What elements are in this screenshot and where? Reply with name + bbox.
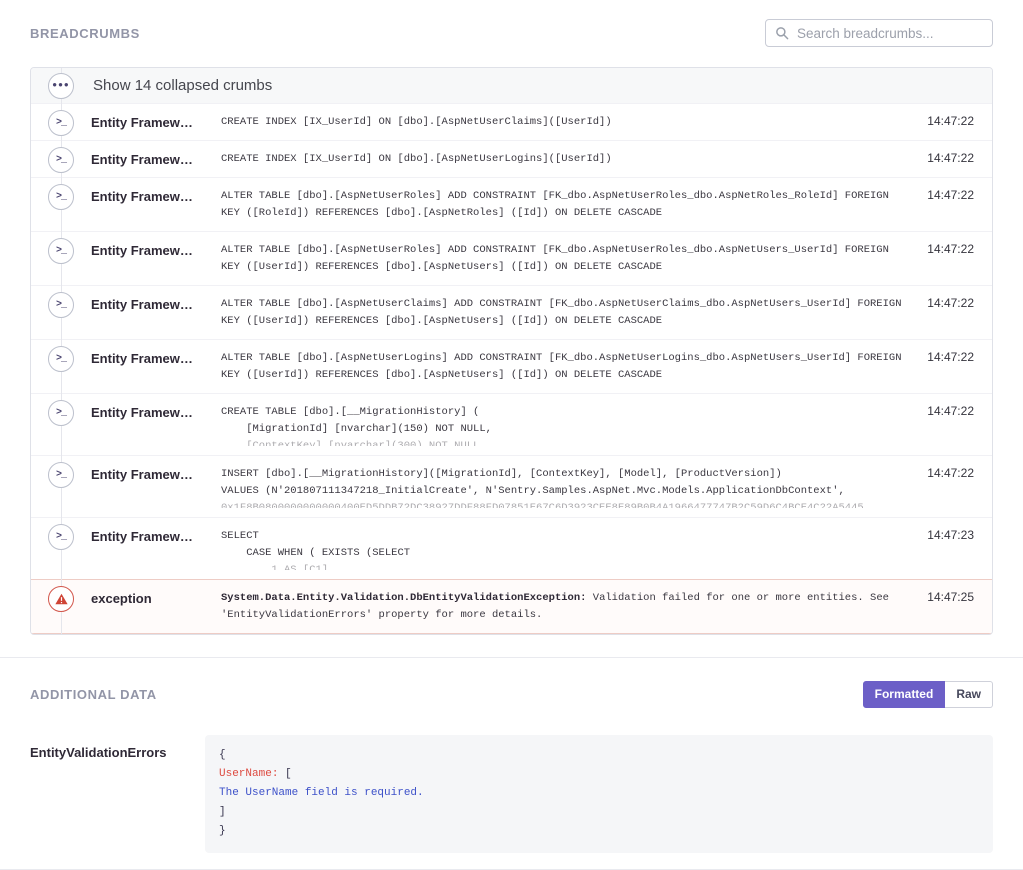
crumb-timestamp: 14:47:22 [916,104,992,140]
crumb-category: Entity Framew… [91,340,221,393]
crumb-category: Entity Framew… [91,286,221,339]
crumb-message: ALTER TABLE [dbo].[AspNetUserLogins] ADD… [221,340,916,393]
crumb-category: Entity Framew… [91,232,221,285]
breadcrumbs-panel: ●●● Show 14 collapsed crumbs >_ Entity Fr… [30,67,993,635]
crumb-message: CREATE INDEX [IX_UserId] ON [dbo].[AspNe… [221,141,916,177]
terminal-icon: >_ [48,400,74,426]
additional-data-title: ADDITIONAL DATA [30,687,157,702]
crumb-category: Entity Framew… [91,104,221,140]
additional-data-header: ADDITIONAL DATA Formatted Raw [0,658,1023,735]
terminal-icon: >_ [48,292,74,318]
breadcrumb-row: >_ Entity Framew…ALTER TABLE [dbo].[AspNe… [31,339,992,393]
breadcrumb-row: >_ Entity Framew…ALTER TABLE [dbo].[AspNe… [31,231,992,285]
breadcrumb-row: >_ Entity Framew…SELECT CASE WHEN ( EXIST… [31,517,992,579]
crumb-timestamp: 14:47:22 [916,178,992,231]
crumb-category: Entity Framew… [91,456,221,517]
collapsed-crumbs-label: Show 14 collapsed crumbs [91,77,272,94]
terminal-icon: >_ [48,462,74,488]
show-collapsed-crumbs-button[interactable]: ●●● Show 14 collapsed crumbs [31,68,992,103]
terminal-icon: >_ [48,346,74,372]
terminal-icon: >_ [48,184,74,210]
crumb-category: Entity Framew… [91,141,221,177]
crumb-timestamp: 14:47:22 [916,394,992,455]
breadcrumb-row: >_ Entity Framew…ALTER TABLE [dbo].[AspNe… [31,285,992,339]
crumb-timestamp: 14:47:22 [916,286,992,339]
terminal-icon: >_ [48,147,74,173]
crumb-message: INSERT [dbo].[__MigrationHistory]([Migra… [221,456,916,517]
warning-icon [48,586,74,612]
crumb-timestamp: 14:47:22 [916,232,992,285]
crumb-category: exception [91,580,221,633]
crumb-timestamp: 14:47:22 [916,456,992,517]
crumb-message: ALTER TABLE [dbo].[AspNetUserClaims] ADD… [221,286,916,339]
breadcrumb-row: >_ Entity Framew…CREATE TABLE [dbo].[__Mi… [31,393,992,455]
crumb-category: Entity Framew… [91,394,221,455]
crumb-timestamp: 14:47:23 [916,518,992,579]
crumb-category: Entity Framew… [91,178,221,231]
search-input[interactable] [795,25,983,42]
crumb-message: CREATE TABLE [dbo].[__MigrationHistory] … [221,394,916,455]
terminal-icon: >_ [48,238,74,264]
breadcrumb-row: >_ Entity Framew…CREATE INDEX [IX_UserId]… [31,140,992,177]
terminal-icon: >_ [48,110,74,136]
breadcrumbs-title: BREADCRUMBS [30,26,140,41]
breadcrumb-row: >_ Entity Framew…INSERT [dbo].[__Migratio… [31,455,992,517]
view-toggle: Formatted Raw [863,681,993,708]
crumb-message: SELECT CASE WHEN ( EXISTS (SELECT 1 AS [… [221,518,916,579]
crumb-timestamp: 14:47:22 [916,141,992,177]
crumb-category: Entity Framew… [91,518,221,579]
crumb-message: ALTER TABLE [dbo].[AspNetUserRoles] ADD … [221,232,916,285]
crumb-message: System.Data.Entity.Validation.DbEntityVa… [221,580,916,633]
additional-data-entry: EntityValidationErrors { UserName: [ The… [0,735,1023,853]
terminal-icon: >_ [48,524,74,550]
breadcrumb-row-exception: exceptionSystem.Data.Entity.Validation.D… [31,579,992,634]
breadcrumbs-search[interactable] [765,19,993,47]
ellipsis-icon: ●●● [48,73,74,99]
crumb-timestamp: 14:47:25 [916,580,992,633]
formatted-button[interactable]: Formatted [863,681,946,708]
entry-json-value: { UserName: [ The UserName field is requ… [205,735,993,853]
breadcrumb-list: >_Entity Framew…CREATE INDEX [IX_UserId]… [31,103,992,634]
crumb-message: ALTER TABLE [dbo].[AspNetUserRoles] ADD … [221,178,916,231]
crumb-message: CREATE INDEX [IX_UserId] ON [dbo].[AspNe… [221,104,916,140]
raw-button[interactable]: Raw [945,681,993,708]
crumb-timestamp: 14:47:22 [916,340,992,393]
breadcrumb-row: >_ Entity Framew…CREATE INDEX [IX_UserId]… [31,103,992,140]
entry-key-label: EntityValidationErrors [30,735,205,760]
search-icon [775,26,789,40]
breadcrumbs-header: BREADCRUMBS [0,0,1023,67]
breadcrumb-row: >_ Entity Framew…ALTER TABLE [dbo].[AspNe… [31,177,992,231]
